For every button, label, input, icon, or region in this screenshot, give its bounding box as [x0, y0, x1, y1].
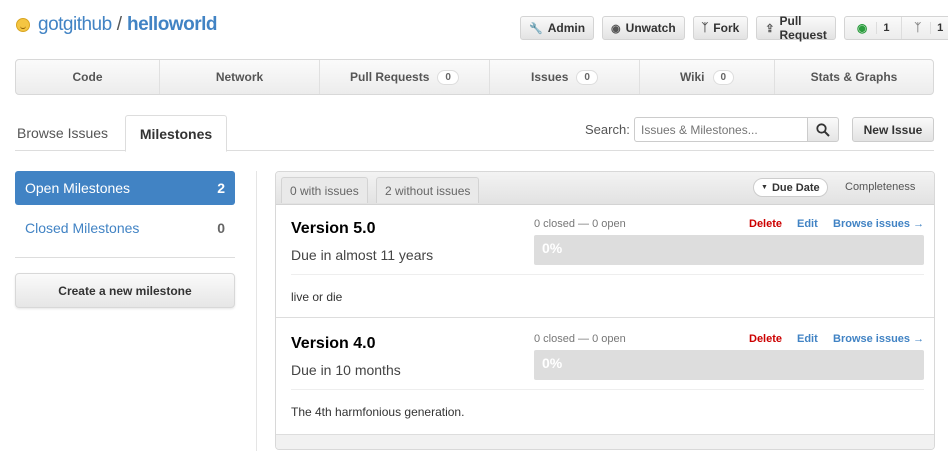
- new-issue-button[interactable]: New Issue: [852, 117, 934, 142]
- sort-due-label: Due Date: [771, 181, 820, 194]
- milestone-delete-link[interactable]: Delete: [749, 333, 782, 345]
- tab-stats-graphs[interactable]: Stats & Graphs: [774, 60, 933, 94]
- milestone-stats: 0 closed — 0 open: [534, 333, 626, 345]
- milestone-divider: [291, 274, 924, 275]
- tab-code[interactable]: Code: [16, 60, 159, 94]
- milestone-divider: [291, 389, 924, 390]
- milestone-progress-bar: 0%: [534, 235, 924, 265]
- milestone-edit-link[interactable]: Edit: [797, 218, 818, 230]
- tab-label: Wiki: [679, 70, 705, 84]
- watchers-value: 1: [876, 22, 895, 34]
- milestone-delete-link[interactable]: Delete: [749, 218, 782, 230]
- milestone-list: 0 with issues 2 without issues ▼ Due Dat…: [275, 171, 935, 450]
- search-button[interactable]: [807, 117, 839, 142]
- sidebar-item-open-milestones[interactable]: Open Milestones 2: [15, 171, 235, 205]
- milestone-title[interactable]: Version 5.0: [291, 220, 376, 238]
- tab-label: Stats & Graphs: [810, 70, 898, 84]
- watchers-count[interactable]: ◉ 1: [845, 17, 902, 39]
- wrench-icon: 🔧: [529, 22, 543, 35]
- create-milestone-button[interactable]: Create a new milestone: [15, 273, 235, 308]
- column-divider: [256, 171, 257, 451]
- milestone-list-footer: [276, 434, 934, 449]
- milestone-description: live or die: [291, 290, 343, 304]
- unwatch-button[interactable]: ◉ Unwatch: [602, 16, 685, 40]
- admin-button[interactable]: 🔧 Admin: [520, 16, 595, 40]
- tab-wiki[interactable]: Wiki 0: [639, 60, 774, 94]
- tab-browse-issues[interactable]: Browse Issues: [17, 115, 108, 151]
- tab-count-badge: 0: [437, 69, 459, 85]
- unwatch-label: Unwatch: [625, 21, 676, 35]
- milestone-description: The 4th harmfonious generation.: [291, 405, 465, 419]
- fork-label: Fork: [713, 21, 740, 35]
- sidebar-divider: [15, 257, 235, 258]
- tab-label: Code: [72, 70, 103, 84]
- sidebar-item-count: 0: [217, 220, 225, 236]
- search-input[interactable]: [634, 117, 808, 142]
- tab-network[interactable]: Network: [159, 60, 319, 94]
- milestone-stats: 0 closed — 0 open: [534, 218, 626, 230]
- forks-icon: ᛉ: [914, 22, 922, 34]
- eye-icon: ◉: [611, 22, 621, 35]
- repo-separator: /: [116, 14, 122, 35]
- watchers-eye-icon: ◉: [856, 21, 868, 35]
- milestone-progress-bar: 0%: [534, 350, 924, 380]
- pull-request-button[interactable]: ⇪ Pull Request: [756, 14, 836, 42]
- fork-icon: ᛉ: [701, 22, 709, 34]
- tab-issues[interactable]: Issues 0: [489, 60, 639, 94]
- tab-pull-requests[interactable]: Pull Requests 0: [319, 60, 489, 94]
- search-icon: [816, 122, 830, 137]
- filter-with-issues[interactable]: 0 with issues: [281, 177, 368, 203]
- admin-label: Admin: [547, 21, 586, 35]
- tab-label: Pull Requests: [350, 70, 430, 84]
- forks-count[interactable]: ᛉ 1: [901, 17, 948, 39]
- fork-button[interactable]: ᛉ Fork: [692, 16, 749, 40]
- repo-counts: ◉ 1 ᛉ 1: [843, 16, 948, 40]
- forks-value: 1: [930, 22, 948, 34]
- filter-without-issues[interactable]: 2 without issues: [376, 177, 480, 203]
- milestone-due: Due in 10 months: [291, 362, 401, 378]
- milestone-due: Due in almost 11 years: [291, 247, 434, 263]
- repo-owner-link[interactable]: gotgithub: [38, 14, 112, 36]
- sort-due-date[interactable]: ▼ Due Date: [753, 178, 828, 197]
- search-label: Search:: [585, 122, 630, 137]
- pull-request-label: Pull Request: [779, 14, 827, 42]
- sidebar-item-count: 2: [217, 180, 225, 196]
- sidebar-item-label: Open Milestones: [25, 180, 131, 196]
- repo-actions: 🔧 Admin ◉ Unwatch ᛉ Fork ⇪ Pull Request …: [520, 14, 948, 42]
- pull-request-icon: ⇪: [765, 22, 775, 35]
- milestone-browse-link[interactable]: Browse issues →: [833, 333, 924, 345]
- tab-milestones[interactable]: Milestones: [125, 115, 227, 152]
- milestone-separator: [276, 317, 934, 318]
- milestone-list-header: 0 with issues 2 without issues ▼ Due Dat…: [276, 172, 934, 205]
- milestone-edit-link[interactable]: Edit: [797, 333, 818, 345]
- repo-name-link[interactable]: helloworld: [127, 14, 218, 36]
- sidebar-item-closed-milestones[interactable]: Closed Milestones 0: [15, 211, 235, 245]
- tab-label: Network: [215, 70, 264, 84]
- user-avatar-icon[interactable]: [16, 18, 30, 32]
- sort-arrow-icon: ▼: [761, 184, 768, 191]
- milestone-item: Version 5.0 Due in almost 11 years 0 clo…: [276, 206, 934, 317]
- repo-title: gotgithub / helloworld: [16, 14, 217, 36]
- repo-nav: Code Network Pull Requests 0 Issues 0 Wi…: [15, 59, 934, 95]
- tab-label: Issues: [531, 70, 569, 84]
- milestone-item: Version 4.0 Due in 10 months 0 closed — …: [276, 321, 934, 433]
- sidebar-item-label: Closed Milestones: [25, 220, 140, 236]
- tab-count-badge: 0: [712, 69, 735, 85]
- milestone-title[interactable]: Version 4.0: [291, 335, 376, 353]
- milestone-browse-link[interactable]: Browse issues →: [833, 218, 924, 230]
- sort-completeness[interactable]: Completeness: [845, 181, 915, 193]
- tab-count-badge: 0: [576, 69, 598, 85]
